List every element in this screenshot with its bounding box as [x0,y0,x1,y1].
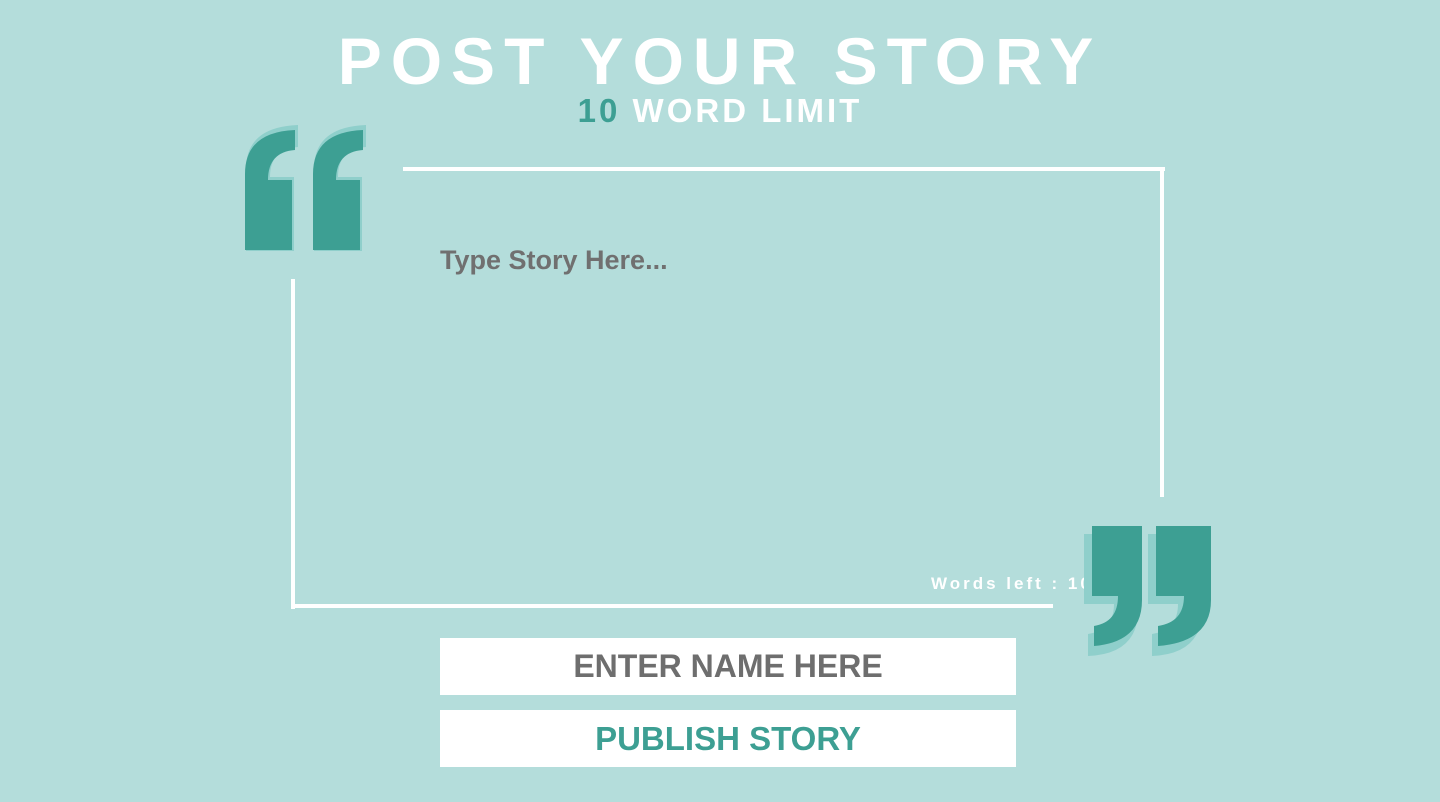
page-title: POST YOUR STORY [337,24,1103,98]
word-limit-label: WORD LIMIT [632,92,863,129]
word-limit-subtitle: 10 WORD LIMIT [0,92,1440,130]
story-frame-left [291,279,295,609]
words-left-label: Words left : [931,574,1068,593]
close-quote-icon [1080,522,1220,662]
story-frame-top [403,167,1165,171]
story-frame-right [1160,167,1164,497]
word-limit-number: 10 [577,92,621,129]
words-left-counter: Words left : 10 [931,574,1093,594]
story-input[interactable] [440,245,1080,545]
story-frame-bottom [291,604,1053,608]
publish-story-button[interactable]: PUBLISH STORY [440,710,1016,767]
name-input[interactable] [440,638,1016,695]
open-quote-icon [240,118,380,258]
post-story-page: POST YOUR STORY 10 WORD LIMIT Words left… [0,0,1440,802]
